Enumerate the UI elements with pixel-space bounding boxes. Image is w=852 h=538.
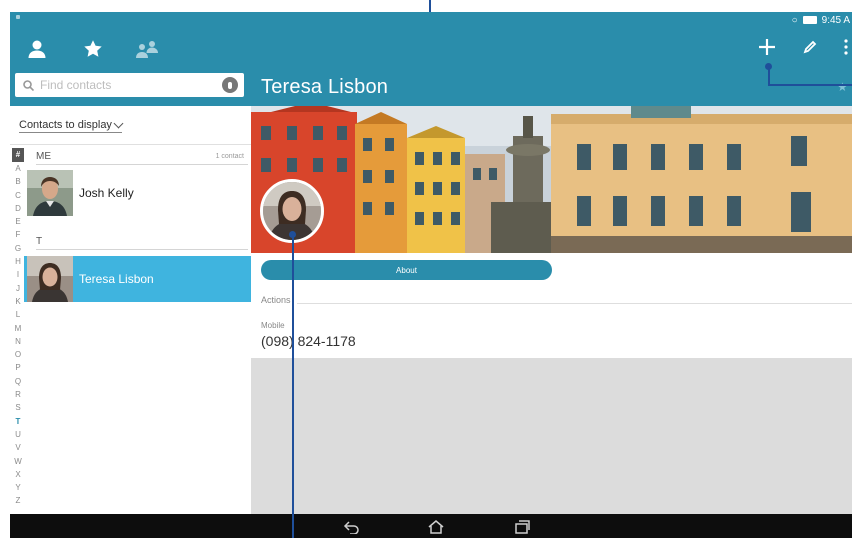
phone-number[interactable]: (098) 824-1178 bbox=[261, 333, 356, 349]
more-options-button[interactable] bbox=[840, 36, 852, 58]
back-icon bbox=[343, 521, 359, 534]
search-input[interactable] bbox=[40, 78, 210, 92]
tab-about[interactable]: About bbox=[261, 260, 552, 280]
alphabet-letter-s[interactable]: S bbox=[12, 401, 24, 414]
phone-type-label: Mobile bbox=[261, 321, 285, 330]
page: ○ 9:45 A Find contacts Teresa Lisbon ★ C… bbox=[0, 0, 852, 538]
alphabet-letter-t[interactable]: T bbox=[12, 415, 24, 428]
alphabet-letter-y[interactable]: Y bbox=[12, 481, 24, 494]
more-vert-icon bbox=[844, 39, 848, 55]
alphabet-letter-f[interactable]: F bbox=[12, 228, 24, 241]
alphabet-letter-x[interactable]: X bbox=[12, 468, 24, 481]
battery-icon bbox=[802, 16, 817, 24]
divider bbox=[297, 303, 852, 304]
avatar bbox=[27, 256, 73, 302]
home-button[interactable] bbox=[426, 519, 446, 535]
actions-label: Actions bbox=[261, 295, 291, 305]
divider bbox=[10, 144, 251, 145]
cover-photo[interactable] bbox=[251, 106, 852, 253]
contact-name: Josh Kelly bbox=[79, 186, 134, 200]
alphabet-letter-h[interactable]: H bbox=[12, 255, 24, 268]
tab-groups[interactable] bbox=[134, 38, 160, 60]
navigation-bar bbox=[10, 514, 852, 538]
section-letter: T bbox=[36, 236, 43, 247]
search-icon bbox=[23, 79, 34, 91]
tab-people[interactable] bbox=[24, 38, 50, 60]
alphabet-letter-o[interactable]: O bbox=[12, 348, 24, 361]
alphabet-letter-hash[interactable]: # bbox=[12, 148, 24, 162]
contact-row-teresa-lisbon[interactable]: Teresa Lisbon bbox=[24, 256, 251, 302]
callout-dot-avatar bbox=[289, 231, 296, 238]
contact-detail-title: Teresa Lisbon bbox=[261, 76, 389, 98]
back-button[interactable] bbox=[342, 519, 362, 535]
alphabet-letter-d[interactable]: D bbox=[12, 202, 24, 215]
alphabet-letter-n[interactable]: N bbox=[12, 335, 24, 348]
search-box[interactable] bbox=[15, 73, 244, 97]
status-time: 9:45 A bbox=[821, 14, 850, 26]
alphabet-letter-z[interactable]: Z bbox=[12, 494, 24, 507]
app-header: ○ 9:45 A Find contacts Teresa Lisbon ★ bbox=[10, 12, 852, 106]
alphabet-letter-v[interactable]: V bbox=[12, 441, 24, 454]
section-header-t: T bbox=[36, 236, 248, 250]
add-icon bbox=[759, 39, 775, 55]
notification-icon bbox=[16, 15, 20, 19]
recent-apps-icon bbox=[515, 520, 530, 534]
callout-dot-add bbox=[765, 63, 772, 70]
alphabet-letter-k[interactable]: K bbox=[12, 295, 24, 308]
tab-favorites[interactable] bbox=[80, 38, 106, 60]
favorite-star-button[interactable]: ★ bbox=[837, 80, 849, 94]
status-bar: ○ 9:45 A bbox=[792, 12, 852, 28]
avatar bbox=[27, 170, 73, 216]
contacts-to-display-dropdown[interactable]: Contacts to display bbox=[19, 118, 124, 133]
microphone-icon bbox=[228, 81, 232, 89]
alphabet-letter-w[interactable]: W bbox=[12, 455, 24, 468]
voice-search-button[interactable] bbox=[222, 77, 238, 93]
groups-icon bbox=[136, 41, 158, 58]
alphabet-letter-j[interactable]: J bbox=[12, 282, 24, 295]
edit-icon bbox=[803, 40, 817, 54]
filter-label: Contacts to display bbox=[19, 119, 112, 131]
contact-name: Teresa Lisbon bbox=[79, 272, 154, 286]
alphabet-letter-q[interactable]: Q bbox=[12, 375, 24, 388]
alphabet-letter-c[interactable]: C bbox=[12, 189, 24, 202]
alphabet-letter-l[interactable]: L bbox=[12, 308, 24, 321]
home-icon bbox=[428, 520, 444, 534]
person-icon bbox=[28, 40, 46, 58]
chevron-down-icon bbox=[113, 118, 124, 128]
contact-info-card: About Actions Mobile (098) 824-1178 bbox=[251, 253, 852, 358]
alphabet-index[interactable]: # A B C D E F G H I J K L M N O P Q R S T U V W X Y Z bbox=[12, 148, 24, 508]
wifi-icon: ○ bbox=[791, 14, 798, 26]
alphabet-letter-p[interactable]: P bbox=[12, 361, 24, 374]
callout-line-add-horizontal bbox=[768, 84, 852, 86]
alphabet-letter-r[interactable]: R bbox=[12, 388, 24, 401]
alphabet-letter-u[interactable]: U bbox=[12, 428, 24, 441]
star-outline-icon: ★ bbox=[837, 80, 848, 94]
section-header-me: ME 1 contact bbox=[36, 151, 248, 165]
recent-apps-button[interactable] bbox=[512, 519, 532, 535]
edit-contact-button[interactable] bbox=[799, 36, 821, 58]
alphabet-letter-b[interactable]: B bbox=[12, 175, 24, 188]
alphabet-letter-m[interactable]: M bbox=[12, 322, 24, 335]
alphabet-letter-i[interactable]: I bbox=[12, 268, 24, 281]
contact-row-josh-kelly[interactable]: Josh Kelly bbox=[24, 170, 251, 216]
alphabet-letter-g[interactable]: G bbox=[12, 242, 24, 255]
alphabet-letter-a[interactable]: A bbox=[12, 162, 24, 175]
alphabet-letter-e[interactable]: E bbox=[12, 215, 24, 228]
contacts-list-panel: Contacts to display # A B C D E F G H I J K L M N O P Q R S… bbox=[10, 106, 251, 514]
callout-line-avatar bbox=[292, 233, 294, 538]
tablet-screen: ○ 9:45 A Find contacts Teresa Lisbon ★ C… bbox=[10, 12, 852, 538]
star-icon bbox=[84, 40, 102, 57]
section-count: 1 contact bbox=[215, 153, 244, 160]
contact-detail-panel: About Actions Mobile (098) 824-1178 bbox=[251, 106, 852, 514]
add-contact-button[interactable] bbox=[756, 36, 778, 58]
section-letter: ME bbox=[36, 151, 51, 162]
